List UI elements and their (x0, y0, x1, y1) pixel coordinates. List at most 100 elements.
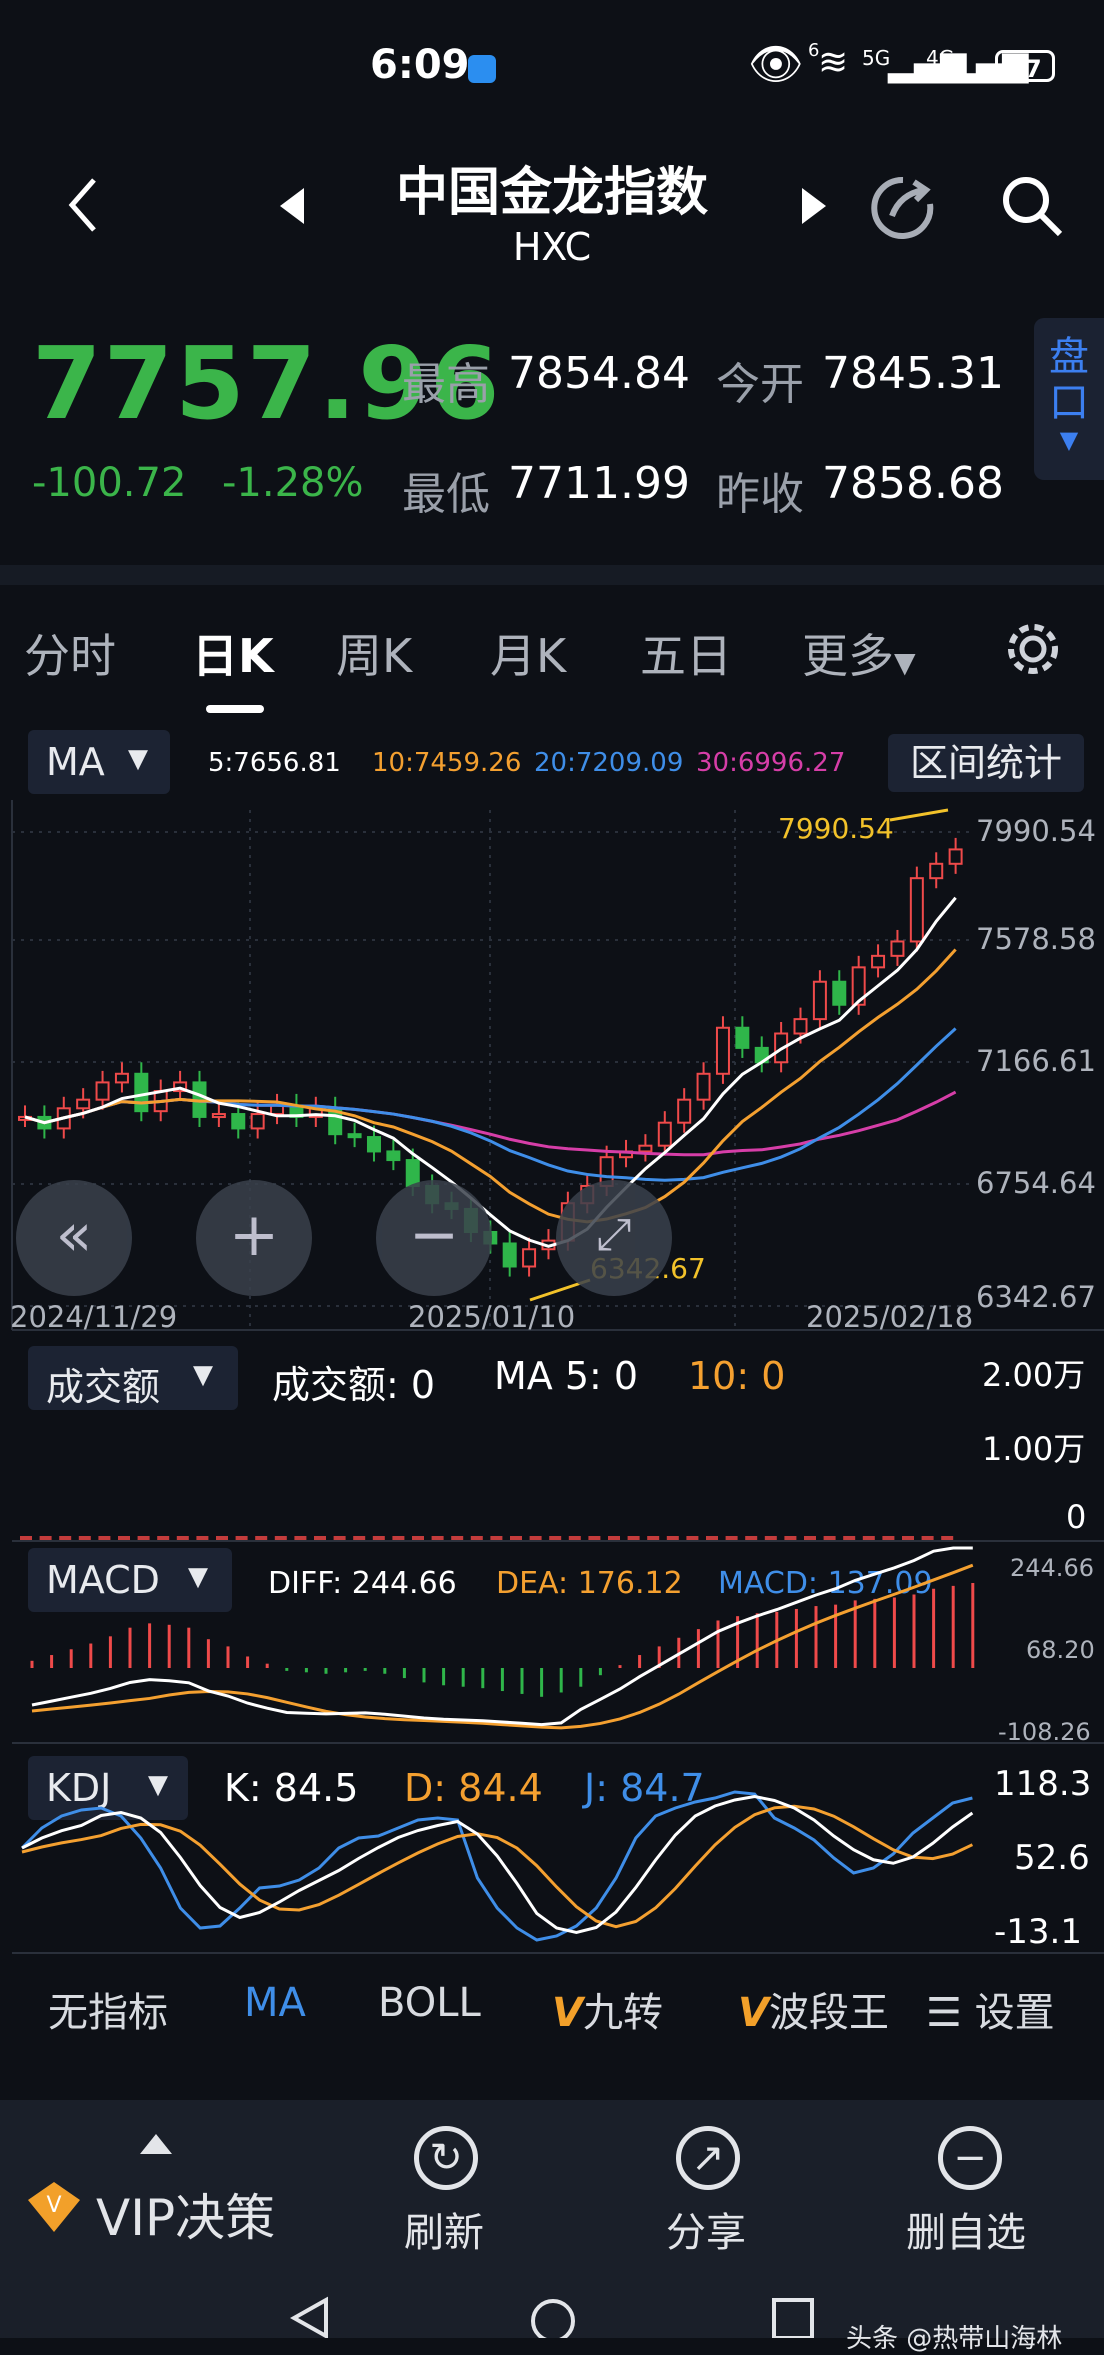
caret-down-icon: ▼ (1059, 426, 1079, 454)
candle (134, 1072, 149, 1113)
ma30-value: 30:6996.27 (696, 748, 846, 778)
nav-recents-icon[interactable] (770, 2296, 816, 2338)
indicator-ma[interactable]: MA (244, 1980, 306, 2026)
signal-5g-label: 5G (862, 46, 891, 70)
order-book-tab[interactable]: 盘口 ▼ (1034, 318, 1104, 480)
refresh-button[interactable]: 刷新 (404, 2200, 484, 2258)
y-tick: 7578.58 (976, 922, 1096, 956)
candle (909, 877, 924, 943)
fullscreen-button[interactable]: ⤢ (556, 1180, 672, 1296)
indicator-jiuzhuan-label: 九转 (582, 1990, 663, 2036)
candle (696, 1072, 711, 1101)
caret-down-icon: ▼ (894, 646, 916, 679)
y-tick: 2.00万 (982, 1356, 1086, 1394)
indicator-none[interactable]: 无指标 (48, 1980, 168, 2038)
indicator-settings[interactable]: ☰ 设置 (926, 1980, 1055, 2038)
ma20-value: 20:7209.09 (534, 748, 684, 778)
indicator-boduan[interactable]: V波段王 (738, 1980, 889, 2038)
candle (114, 1072, 129, 1084)
refresh-icon[interactable]: ↻ (414, 2126, 478, 2190)
watermark: 头条 @热带山海林 (846, 2324, 1063, 2354)
indicator-settings-label: 设置 (974, 1990, 1055, 2036)
candle (948, 848, 963, 865)
candle (231, 1113, 246, 1130)
y-tick: 118.3 (994, 1764, 1092, 1804)
gear-icon[interactable] (1004, 620, 1062, 678)
y-tick: 1.00万 (982, 1430, 1086, 1468)
search-icon[interactable] (998, 172, 1068, 242)
candle (250, 1113, 265, 1130)
tab-intraday[interactable]: 分时 (24, 620, 116, 686)
high-value: 7854.84 (508, 348, 690, 399)
battery-icon: 87 (995, 50, 1055, 83)
ma10-value: 10:7459.26 (372, 748, 522, 778)
indicator-boll[interactable]: BOLL (378, 1980, 481, 2026)
tab-more-label: 更多 (802, 629, 894, 683)
v-icon: V (552, 1990, 583, 2036)
zoom-out-button[interactable]: − (376, 1180, 492, 1296)
active-tab-indicator (206, 705, 264, 713)
x-tick: 2025/01/10 (408, 1300, 576, 1334)
divider (12, 1952, 1104, 1954)
volume-selector[interactable]: 成交额 ▼ (28, 1346, 238, 1410)
caret-down-icon: ▼ (128, 744, 148, 774)
nav-home-icon[interactable] (528, 2296, 578, 2338)
status-time: 6:09 (370, 42, 470, 88)
candle (793, 1018, 808, 1035)
candle (890, 940, 905, 957)
divider (0, 565, 1104, 585)
tab-monthly-k[interactable]: 月K (490, 620, 566, 686)
volume-value: 成交额: 0 (272, 1363, 436, 1407)
chart-max-label: 7990.54 (778, 812, 894, 845)
y-tick: 0 (1066, 1498, 1087, 1536)
open-value: 7845.31 (822, 348, 1004, 399)
ma5-value: 5:7656.81 (208, 748, 341, 778)
zoom-in-button[interactable]: + (196, 1180, 312, 1296)
candle (832, 980, 847, 1006)
volume-selector-label: 成交额 (46, 1365, 161, 1409)
low-value: 7711.99 (508, 458, 690, 509)
macd-chart (30, 1546, 975, 1730)
tab-more[interactable]: 更多▼ (802, 620, 916, 686)
indicator-jiuzhuan[interactable]: V九转 (552, 1980, 663, 2038)
remove-watchlist-icon[interactable]: − (938, 2126, 1002, 2190)
candle (211, 1113, 226, 1119)
candle (347, 1133, 362, 1139)
y-tick: 244.66 (1010, 1554, 1094, 1582)
ma-selector[interactable]: MA ▼ (28, 730, 170, 794)
vip-decision-button[interactable]: VIP决策 (96, 2178, 275, 2250)
range-stat-button[interactable]: 区间统计 (888, 734, 1084, 792)
weather-icon (468, 55, 496, 83)
nav-back-icon[interactable] (290, 2296, 330, 2338)
indicator-boduan-label: 波段王 (768, 1990, 889, 2036)
y-tick: 7166.61 (976, 1044, 1096, 1078)
candlestick-chart[interactable] (0, 800, 1104, 1340)
settings-sliders-icon: ☰ (926, 1990, 975, 2036)
expand-up-icon[interactable] (138, 2132, 174, 2156)
low-label: 最低 (402, 469, 490, 520)
candle (522, 1248, 537, 1268)
kdj-chart (20, 1790, 974, 1942)
scroll-left-button[interactable]: « (16, 1180, 132, 1296)
tab-five-day[interactable]: 五日 (640, 620, 732, 686)
index-code: HXC (512, 225, 592, 269)
candle (386, 1150, 401, 1162)
share-icon[interactable]: ↗ (676, 2126, 740, 2190)
wifi-icon: ≋ (818, 42, 849, 83)
tab-daily-k[interactable]: 日K (192, 620, 274, 686)
next-index-icon[interactable] (800, 186, 830, 226)
ma-selector-label: MA (46, 740, 105, 784)
tab-weekly-k[interactable]: 周K (336, 620, 412, 686)
remove-watchlist-button[interactable]: 删自选 (906, 2200, 1026, 2258)
x-tick: 2024/11/29 (10, 1300, 178, 1334)
share-button[interactable]: 分享 (666, 2200, 746, 2258)
caret-down-icon: ▼ (193, 1360, 213, 1390)
vip-diamond-icon: V (28, 2182, 80, 2232)
order-book-label: 盘口 (1049, 334, 1089, 426)
candle (638, 1144, 653, 1153)
y-tick: 7990.54 (976, 814, 1096, 848)
candle (677, 1098, 692, 1124)
open-label: 今开 (716, 359, 804, 410)
share-forward-icon[interactable] (868, 172, 938, 242)
candle (657, 1121, 672, 1147)
